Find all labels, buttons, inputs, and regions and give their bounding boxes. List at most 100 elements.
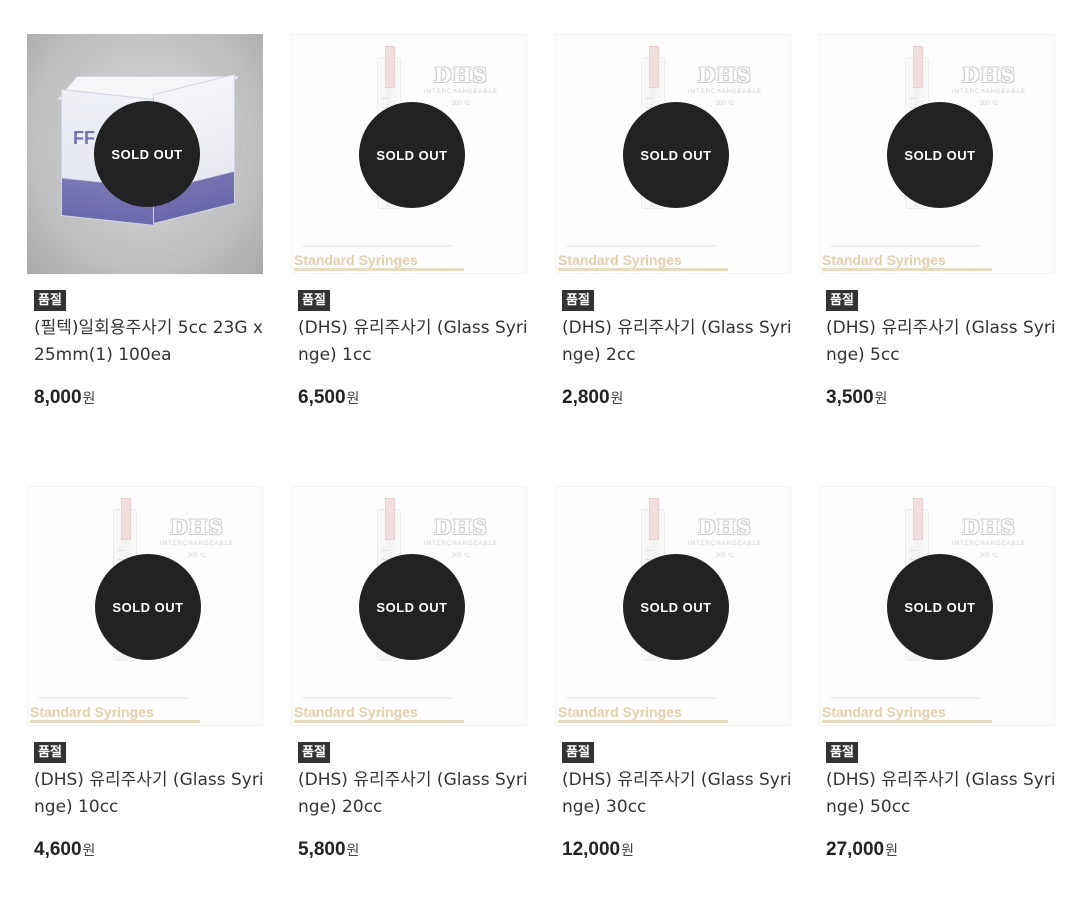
- price-unit: 원: [621, 843, 635, 859]
- logo-text: DHS: [434, 63, 488, 87]
- product-price: 5,800원: [298, 839, 527, 861]
- logo-temp: 200 °C: [451, 101, 471, 107]
- logo-subtext: INTERCHANGEABLE: [423, 541, 498, 547]
- out-of-stock-tag: 품절: [34, 742, 66, 763]
- logo-temp: 200 °C: [715, 553, 735, 559]
- price-unit: 원: [346, 391, 360, 407]
- product-card[interactable]: DHS INTERCHANGEABLE 200 °C Standard Syri…: [819, 486, 1056, 861]
- price-value: 2,800: [562, 387, 610, 408]
- product-card[interactable]: DHS INTERCHANGEABLE 200 °C Standard Syri…: [27, 486, 264, 861]
- image-caption: Standard Syringes: [294, 252, 464, 271]
- out-of-stock-tag: 품절: [562, 290, 594, 311]
- product-name[interactable]: (DHS) 유리주사기 (Glass Syringe) 1cc: [298, 315, 528, 369]
- price-value: 8,000: [34, 387, 82, 408]
- image-caption: Standard Syringes: [294, 704, 464, 723]
- logo-temp: 200 °C: [451, 553, 471, 559]
- logo-text: DHS: [170, 515, 224, 539]
- logo-temp: 200 °C: [715, 101, 735, 107]
- box-brand-text: FF: [73, 128, 95, 148]
- product-grid: FF SOLD OUT 품절 (필텍)일회용주사기 5cc 23G x 25mm…: [0, 0, 1080, 897]
- product-image[interactable]: DHS INTERCHANGEABLE 200 °C Standard Syri…: [555, 34, 791, 274]
- image-caption: Standard Syringes: [558, 252, 728, 271]
- product-card[interactable]: DHS INTERCHANGEABLE 200 °C Standard Syri…: [819, 34, 1056, 409]
- product-price: 6,500원: [298, 387, 527, 409]
- product-price: 27,000원: [826, 839, 1055, 861]
- price-unit: 원: [885, 843, 899, 859]
- product-card[interactable]: DHS INTERCHANGEABLE 200 °C Standard Syri…: [555, 34, 792, 409]
- product-price: 8,000원: [34, 387, 263, 409]
- product-price: 3,500원: [826, 387, 1055, 409]
- logo-temp: 200 °C: [979, 101, 999, 107]
- dhs-logo: DHS INTERCHANGEABLE 200 °C: [952, 63, 1026, 107]
- logo-text: DHS: [698, 515, 752, 539]
- dhs-logo: DHS INTERCHANGEABLE 200 °C: [424, 515, 498, 559]
- dhs-logo: DHS INTERCHANGEABLE 200 °C: [424, 63, 498, 107]
- sold-out-badge: SOLD OUT: [887, 102, 993, 208]
- product-image[interactable]: DHS INTERCHANGEABLE 200 °C Standard Syri…: [555, 486, 791, 726]
- product-image[interactable]: DHS INTERCHANGEABLE 200 °C Standard Syri…: [291, 34, 527, 274]
- out-of-stock-tag: 품절: [826, 290, 858, 311]
- product-price: 4,600원: [34, 839, 263, 861]
- logo-subtext: INTERCHANGEABLE: [951, 541, 1026, 547]
- logo-text: DHS: [434, 515, 488, 539]
- dhs-logo: DHS INTERCHANGEABLE 200 °C: [952, 515, 1026, 559]
- price-unit: 원: [874, 391, 888, 407]
- logo-subtext: INTERCHANGEABLE: [951, 89, 1026, 95]
- price-value: 6,500: [298, 387, 346, 408]
- logo-text: DHS: [698, 63, 752, 87]
- product-card[interactable]: FF SOLD OUT 품절 (필텍)일회용주사기 5cc 23G x 25mm…: [27, 34, 263, 409]
- logo-subtext: INTERCHANGEABLE: [423, 89, 498, 95]
- product-image[interactable]: FF SOLD OUT: [27, 34, 263, 274]
- price-value: 3,500: [826, 387, 874, 408]
- sold-out-badge: SOLD OUT: [623, 102, 729, 208]
- price-unit: 원: [82, 843, 96, 859]
- sold-out-badge: SOLD OUT: [94, 101, 200, 207]
- out-of-stock-tag: 품절: [562, 742, 594, 763]
- out-of-stock-tag: 품절: [34, 290, 66, 311]
- out-of-stock-tag: 품절: [298, 742, 330, 763]
- price-unit: 원: [82, 391, 96, 407]
- sold-out-badge: SOLD OUT: [623, 554, 729, 660]
- sold-out-badge: SOLD OUT: [887, 554, 993, 660]
- out-of-stock-tag: 품절: [298, 290, 330, 311]
- logo-text: DHS: [962, 63, 1016, 87]
- image-caption: Standard Syringes: [558, 704, 728, 723]
- sold-out-badge: SOLD OUT: [359, 102, 465, 208]
- logo-subtext: INTERCHANGEABLE: [687, 541, 762, 547]
- price-unit: 원: [346, 843, 360, 859]
- image-caption: Standard Syringes: [822, 252, 992, 271]
- logo-temp: 200 °C: [979, 553, 999, 559]
- product-name[interactable]: (DHS) 유리주사기 (Glass Syringe) 30cc: [562, 767, 792, 821]
- product-name[interactable]: (DHS) 유리주사기 (Glass Syringe) 2cc: [562, 315, 792, 369]
- product-name[interactable]: (필텍)일회용주사기 5cc 23G x 25mm(1) 100ea: [34, 315, 264, 369]
- price-value: 5,800: [298, 839, 346, 860]
- product-name[interactable]: (DHS) 유리주사기 (Glass Syringe) 10cc: [34, 767, 264, 821]
- sold-out-badge: SOLD OUT: [95, 554, 201, 660]
- product-card[interactable]: DHS INTERCHANGEABLE 200 °C Standard Syri…: [291, 34, 528, 409]
- dhs-logo: DHS INTERCHANGEABLE 200 °C: [160, 515, 234, 559]
- dhs-logo: DHS INTERCHANGEABLE 200 °C: [688, 63, 762, 107]
- sold-out-badge: SOLD OUT: [359, 554, 465, 660]
- image-caption: Standard Syringes: [30, 704, 200, 723]
- product-name[interactable]: (DHS) 유리주사기 (Glass Syringe) 50cc: [826, 767, 1056, 821]
- image-caption: Standard Syringes: [822, 704, 992, 723]
- product-price: 2,800원: [562, 387, 791, 409]
- out-of-stock-tag: 품절: [826, 742, 858, 763]
- product-name[interactable]: (DHS) 유리주사기 (Glass Syringe) 5cc: [826, 315, 1056, 369]
- product-image[interactable]: DHS INTERCHANGEABLE 200 °C Standard Syri…: [291, 486, 527, 726]
- price-unit: 원: [610, 391, 624, 407]
- logo-subtext: INTERCHANGEABLE: [159, 541, 234, 547]
- product-image[interactable]: DHS INTERCHANGEABLE 200 °C Standard Syri…: [27, 486, 263, 726]
- logo-text: DHS: [962, 515, 1016, 539]
- logo-subtext: INTERCHANGEABLE: [687, 89, 762, 95]
- product-name[interactable]: (DHS) 유리주사기 (Glass Syringe) 20cc: [298, 767, 528, 821]
- price-value: 4,600: [34, 839, 82, 860]
- product-image[interactable]: DHS INTERCHANGEABLE 200 °C Standard Syri…: [819, 34, 1055, 274]
- product-card[interactable]: DHS INTERCHANGEABLE 200 °C Standard Syri…: [555, 486, 792, 861]
- price-value: 12,000: [562, 839, 621, 860]
- price-value: 27,000: [826, 839, 885, 860]
- product-price: 12,000원: [562, 839, 791, 861]
- product-card[interactable]: DHS INTERCHANGEABLE 200 °C Standard Syri…: [291, 486, 528, 861]
- logo-temp: 200 °C: [187, 553, 207, 559]
- product-image[interactable]: DHS INTERCHANGEABLE 200 °C Standard Syri…: [819, 486, 1055, 726]
